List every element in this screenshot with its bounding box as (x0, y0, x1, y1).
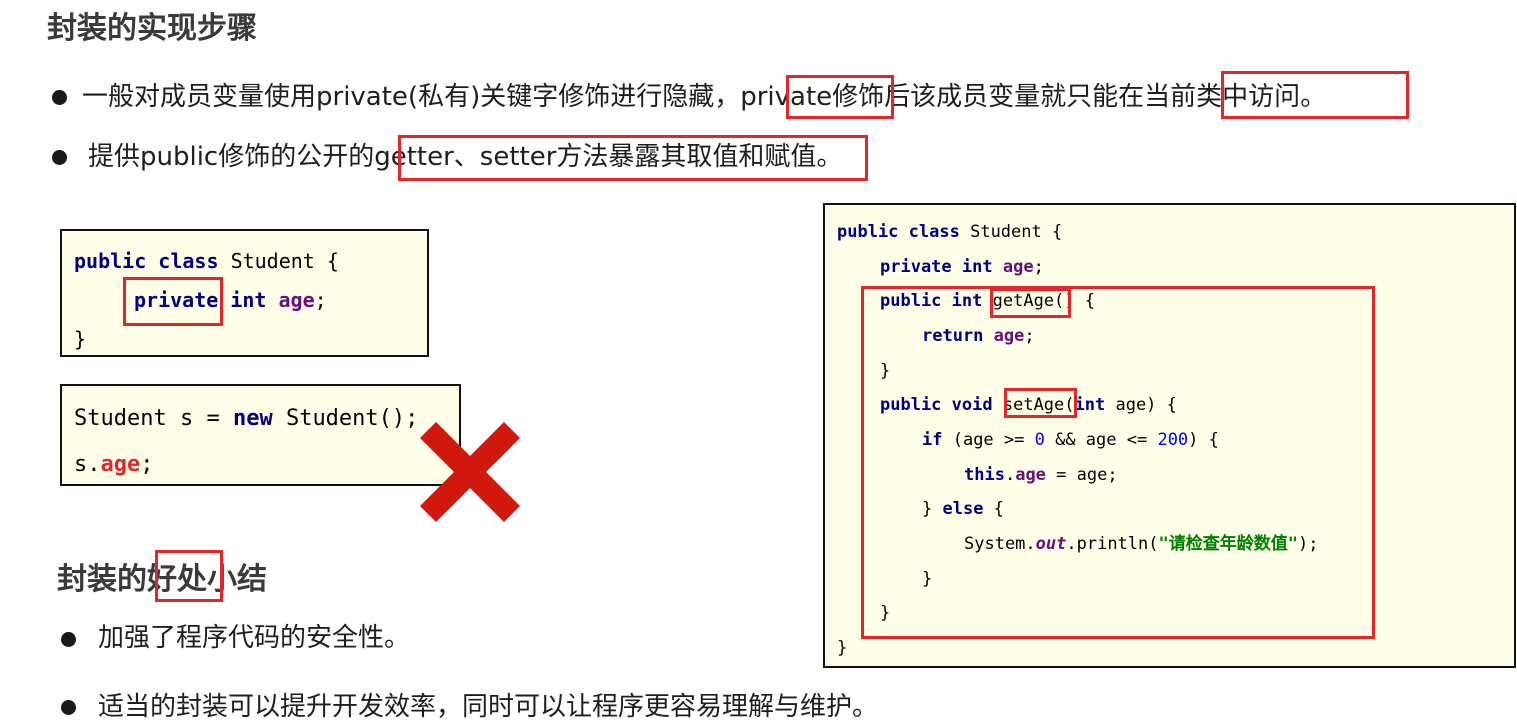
red-x-cross-icon (420, 422, 520, 522)
code3-line-3: public int getAge() { (880, 291, 1095, 311)
impl-bullet-2-text-c: 。 (816, 142, 843, 172)
code3-line-5: } (880, 361, 891, 381)
code3-line-6: public void setAge(int age) { (880, 395, 1177, 415)
impl-bullet-2-text-b: getter、setter方法暴露其取值和赋值 (374, 142, 817, 172)
code3-line-11: } (922, 569, 933, 589)
bullet-dot (61, 700, 76, 715)
benefits-bullet-2: 适当的封装可以提升开发效率，同时可以让程序更容易理解与维护。 (98, 692, 879, 722)
impl-bullet-1-text-e: 。 (1300, 82, 1327, 112)
bullet-dot (61, 632, 76, 647)
code2-line-2: s.age; (74, 452, 154, 477)
benefits-bullet-1: 加强了程序代码的安全性。 (98, 623, 411, 653)
code2-line-1: Student s = new Student(); (74, 406, 419, 431)
code3-line-7: if (age >= 0 && age <= 200) { (922, 430, 1219, 450)
impl-bullet-1-text-b: private (740, 82, 833, 112)
code3-line-13: } (837, 638, 848, 658)
code3-line-10: System.out.println("请检查年龄数值"); (964, 534, 1319, 554)
code1-line-3: } (74, 327, 87, 351)
impl-bullet-1: 一般对成员变量使用private(私有)关键字修饰进行隐藏，private修饰后… (82, 84, 1326, 110)
impl-heading: 封装的实现步骤 (47, 11, 257, 46)
code-box-access-age: Student s = new Student(); s.age; (60, 384, 461, 486)
impl-bullet-1-text-a: 一般对成员变量使用private(私有)关键字修饰进行隐藏， (82, 82, 741, 112)
code3-line-9: } else { (922, 499, 1004, 519)
code3-line-4: return age; (922, 326, 1035, 346)
bullet-dot (52, 150, 67, 165)
benefits-heading: 封装的好处小结 (57, 562, 267, 597)
code1-line-1: public class Student { (74, 249, 339, 273)
impl-bullet-1-text-d: 当前类中访问 (1144, 82, 1301, 112)
impl-bullet-2-text-a: 提供public修饰的公开的 (88, 142, 375, 172)
impl-bullet-1-text-c: 修饰后该成员变量就只能在 (832, 82, 1145, 112)
code-box-student-private: public class Student { private int age; … (60, 229, 429, 357)
code3-line-12: } (880, 603, 891, 623)
code1-line-2: private int age; (134, 288, 327, 312)
code3-line-1: public class Student { (837, 222, 1063, 242)
bullet-dot (52, 90, 67, 105)
code3-line-2: private int age; (880, 257, 1044, 277)
code3-line-8: this.age = age; (964, 465, 1118, 485)
impl-bullet-2: 提供public修饰的公开的getter、setter方法暴露其取值和赋值。 (88, 144, 842, 170)
code-box-getter-setter: public class Student { private int age; … (823, 203, 1516, 668)
